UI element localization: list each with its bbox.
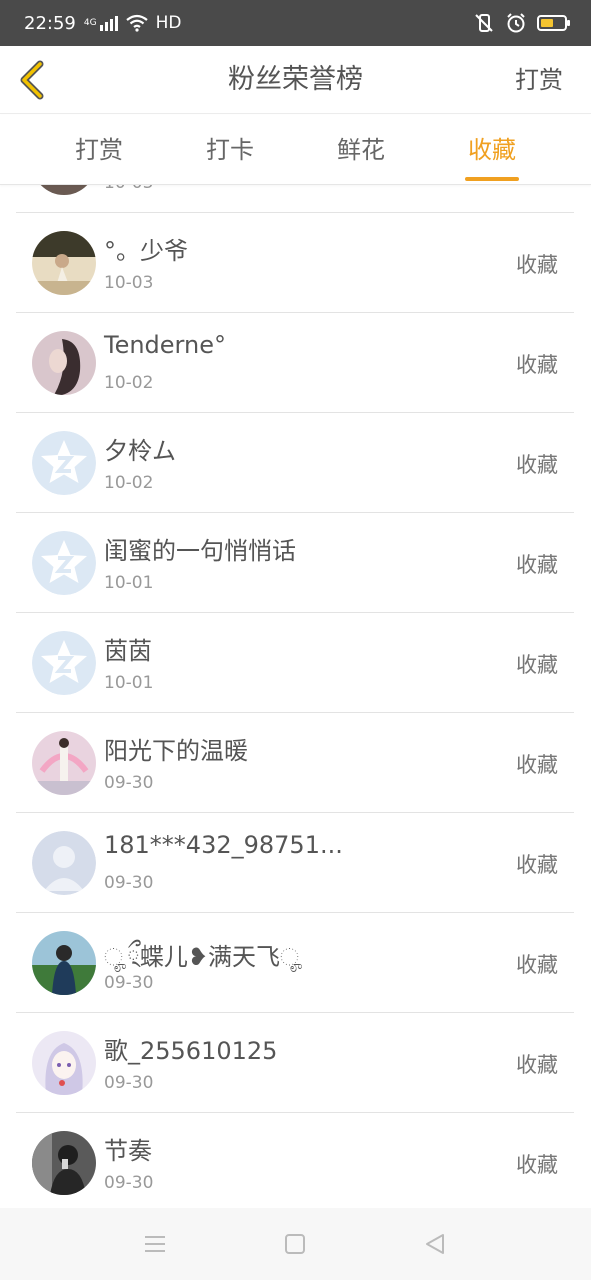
favorite-label: 收藏 bbox=[516, 353, 558, 377]
favorite-label: 收藏 bbox=[516, 953, 558, 977]
title-bar: 粉丝荣誉榜 打赏 bbox=[0, 46, 591, 114]
tab-favorites[interactable]: 收藏 bbox=[440, 115, 544, 185]
tab-flowers[interactable]: 鲜花 bbox=[310, 115, 412, 185]
item-date: 10-01 bbox=[104, 673, 154, 693]
item-name: 茵茵 bbox=[104, 637, 152, 665]
item-date: 09-30 bbox=[104, 873, 154, 893]
favorite-label: 收藏 bbox=[516, 1153, 558, 1177]
list-item[interactable]: 节奏 09-30 收藏 bbox=[16, 1113, 574, 1208]
home-icon[interactable] bbox=[281, 1230, 309, 1258]
tab-reward[interactable]: 打赏 bbox=[48, 115, 150, 185]
item-date: 09-30 bbox=[104, 973, 154, 993]
avatar bbox=[32, 1031, 96, 1095]
tab-bar: 打赏 打卡 鲜花 收藏 bbox=[0, 115, 591, 185]
avatar bbox=[32, 531, 96, 595]
item-date: 09-30 bbox=[104, 1073, 154, 1093]
item-name: 节奏 bbox=[104, 1137, 152, 1165]
network-type: 4G bbox=[83, 17, 97, 28]
status-bar: 22:59 4G HD bbox=[0, 0, 591, 46]
active-tab-indicator bbox=[465, 177, 519, 181]
avatar bbox=[32, 631, 96, 695]
item-name: Tenderne° bbox=[104, 331, 226, 359]
avatar bbox=[32, 1131, 96, 1195]
favorite-label: 收藏 bbox=[516, 553, 558, 577]
item-name: 阳光下的温暖 bbox=[104, 737, 248, 765]
avatar bbox=[32, 185, 96, 195]
avatar bbox=[32, 331, 96, 395]
tab-label: 打卡 bbox=[206, 136, 254, 164]
item-date: 10-02 bbox=[104, 473, 154, 493]
avatar bbox=[32, 431, 96, 495]
list-item[interactable]: 歌_255610125 09-30 收藏 bbox=[16, 1013, 574, 1113]
wifi-icon bbox=[125, 14, 148, 32]
menu-icon[interactable] bbox=[141, 1230, 169, 1258]
tab-checkin[interactable]: 打卡 bbox=[178, 115, 282, 185]
avatar bbox=[32, 731, 96, 795]
favorite-label: 收藏 bbox=[516, 253, 558, 277]
list-item[interactable]: 闺蜜的一句悄悄话 10-01 收藏 bbox=[16, 513, 574, 613]
item-name: 闺蜜的一句悄悄话 bbox=[104, 537, 296, 565]
list-item[interactable]: 夕柃ム 10-02 收藏 bbox=[16, 413, 574, 513]
tab-label: 收藏 bbox=[468, 136, 516, 164]
hd-indicator: HD bbox=[155, 13, 182, 33]
item-date: 09-30 bbox=[104, 773, 154, 793]
back-triangle-icon[interactable] bbox=[421, 1230, 449, 1258]
list-item[interactable]: 茵茵 10-01 收藏 bbox=[16, 613, 574, 713]
item-date: 10-03 bbox=[104, 185, 153, 193]
system-nav-bar bbox=[0, 1208, 591, 1280]
list-item[interactable]: Tenderne° 10-02 收藏 bbox=[16, 313, 574, 413]
item-name: 181***432_98751... bbox=[104, 831, 343, 859]
favorite-label: 收藏 bbox=[516, 453, 558, 477]
avatar bbox=[32, 931, 96, 995]
page-title: 粉丝荣誉榜 bbox=[228, 64, 363, 95]
item-name: 歌_255610125 bbox=[104, 1037, 278, 1065]
mute-icon bbox=[473, 12, 495, 34]
item-date: 09-30 bbox=[104, 1173, 154, 1193]
list-item[interactable]: ೄ྄ྀ蝶儿❥满天飞ೄ 09-30 收藏 bbox=[16, 913, 574, 1013]
favorite-label: 收藏 bbox=[516, 653, 558, 677]
avatar bbox=[32, 231, 96, 295]
reward-button[interactable]: 打赏 bbox=[515, 46, 563, 114]
tab-label: 打赏 bbox=[75, 136, 123, 164]
battery-icon bbox=[537, 15, 570, 31]
favorite-label: 收藏 bbox=[516, 853, 558, 877]
tab-label: 鲜花 bbox=[337, 136, 385, 164]
list-item[interactable]: 阳光下的温暖 09-30 收藏 bbox=[16, 713, 574, 813]
item-name: °。少爷 bbox=[104, 237, 188, 265]
signal-icon bbox=[99, 15, 118, 31]
item-name: 夕柃ム bbox=[104, 437, 176, 465]
alarm-icon bbox=[505, 12, 527, 34]
item-date: 10-01 bbox=[104, 573, 154, 593]
favorite-label: 收藏 bbox=[516, 1053, 558, 1077]
fan-list[interactable]: 10-03 °。少爷 10-03 收藏 Tenderne° 10-02 收藏 夕… bbox=[0, 185, 591, 1208]
item-date: 10-03 bbox=[104, 273, 154, 293]
item-date: 10-02 bbox=[104, 373, 154, 393]
list-item[interactable]: °。少爷 10-03 收藏 bbox=[16, 213, 574, 313]
status-time: 22:59 bbox=[24, 12, 76, 34]
list-item[interactable]: 181***432_98751... 09-30 收藏 bbox=[16, 813, 574, 913]
list-item-partial[interactable]: 10-03 bbox=[16, 185, 574, 213]
favorite-label: 收藏 bbox=[516, 753, 558, 777]
avatar bbox=[32, 831, 96, 895]
